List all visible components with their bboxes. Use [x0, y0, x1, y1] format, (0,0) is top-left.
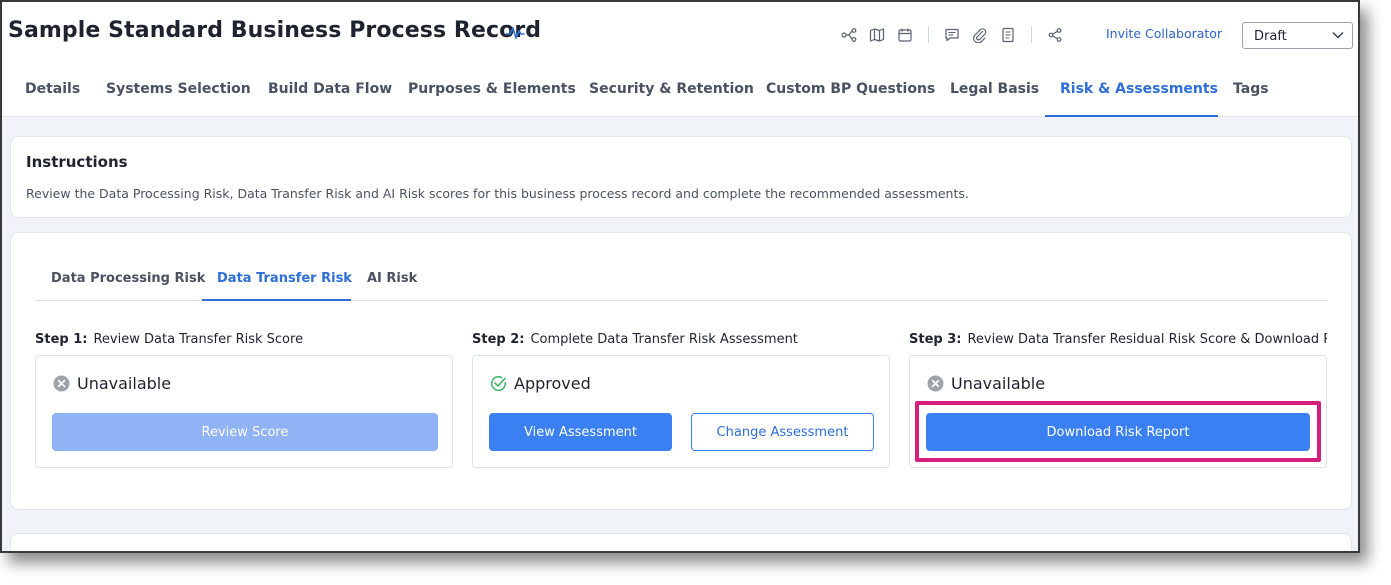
activity-icon[interactable]	[505, 25, 525, 41]
instructions-text: Review the Data Processing Risk, Data Tr…	[26, 186, 969, 201]
step-2-title: Complete Data Transfer Risk Assessment	[530, 332, 798, 347]
risk-tab-data-processing[interactable]: Data Processing Risk	[51, 271, 205, 286]
change-assessment-button[interactable]: Change Assessment	[691, 413, 874, 451]
toolbar	[840, 24, 1074, 46]
step-1-status: Unavailable	[53, 374, 171, 393]
toolbar-divider	[1031, 27, 1032, 43]
tab-security-retention[interactable]: Security & Retention	[589, 68, 754, 117]
step-2-status: Approved	[490, 374, 591, 393]
map-icon[interactable]	[868, 26, 886, 44]
invite-collaborator-link[interactable]: Invite Collaborator	[1106, 26, 1222, 41]
step-1-status-text: Unavailable	[77, 374, 172, 393]
view-assessment-button[interactable]: View Assessment	[489, 413, 672, 451]
tab-build-data-flow[interactable]: Build Data Flow	[268, 68, 392, 117]
share-icon[interactable]	[1046, 26, 1064, 44]
risk-tab-ai[interactable]: AI Risk	[367, 271, 417, 286]
step-3-number: Step 3:	[909, 332, 962, 347]
step-3-label: Step 3: Review Data Transfer Residual Ris…	[909, 332, 1327, 347]
download-risk-report-button[interactable]: Download Risk Report	[926, 413, 1310, 451]
x-circle-icon	[927, 375, 944, 392]
step-3-box: Unavailable Download Risk Report	[909, 355, 1327, 468]
tab-systems-selection[interactable]: Systems Selection	[106, 68, 251, 117]
chevron-down-icon	[1332, 32, 1344, 39]
risk-tab-data-transfer[interactable]: Data Transfer Risk	[217, 271, 352, 286]
next-section-card	[10, 533, 1352, 551]
tab-details[interactable]: Details	[25, 68, 80, 117]
status-dropdown[interactable]: Draft	[1242, 22, 1353, 49]
tab-purposes-elements[interactable]: Purposes & Elements	[408, 68, 576, 117]
active-risk-tab-indicator	[202, 299, 351, 301]
page-header: Sample Standard Business Process Record	[2, 2, 1358, 117]
toolbar-divider	[928, 27, 929, 43]
status-dropdown-value: Draft	[1254, 29, 1287, 44]
step-2-status-text: Approved	[514, 374, 591, 393]
app-window: Sample Standard Business Process Record	[0, 0, 1360, 553]
step-3-status: Unavailable	[927, 374, 1045, 393]
tab-risk-assessments[interactable]: Risk & Assessments	[1060, 68, 1218, 117]
page-title: Sample Standard Business Process Record	[8, 18, 542, 43]
comment-icon[interactable]	[943, 26, 961, 44]
attachment-icon[interactable]	[971, 26, 989, 44]
step-2-label: Step 2: Complete Data Transfer Risk Asses…	[472, 332, 890, 347]
step-2-box: Approved View Assessment Change Assessme…	[472, 355, 890, 468]
active-tab-indicator	[1045, 115, 1218, 117]
step-1-number: Step 1:	[35, 332, 88, 347]
tab-legal-basis[interactable]: Legal Basis	[950, 68, 1039, 117]
data-flow-icon[interactable]	[840, 26, 858, 44]
instructions-card: Instructions Review the Data Processing …	[10, 136, 1352, 218]
calendar-icon[interactable]	[896, 26, 914, 44]
check-circle-icon	[490, 376, 506, 392]
tab-custom-bp-questions[interactable]: Custom BP Questions	[766, 68, 935, 117]
document-icon[interactable]	[999, 26, 1017, 44]
instructions-title: Instructions	[26, 153, 128, 171]
step-3-status-text: Unavailable	[951, 374, 1046, 393]
step-1-title: Review Data Transfer Risk Score	[93, 332, 304, 347]
step-2-number: Step 2:	[472, 332, 525, 347]
x-circle-icon	[53, 375, 70, 392]
review-score-button[interactable]: Review Score	[52, 413, 438, 451]
step-3-title: Review Data Transfer Residual Risk Score…	[967, 332, 1327, 347]
step-1-box: Unavailable Review Score	[35, 355, 453, 468]
step-1-label: Step 1: Review Data Transfer Risk Score	[35, 332, 453, 347]
tab-tags[interactable]: Tags	[1233, 68, 1269, 117]
